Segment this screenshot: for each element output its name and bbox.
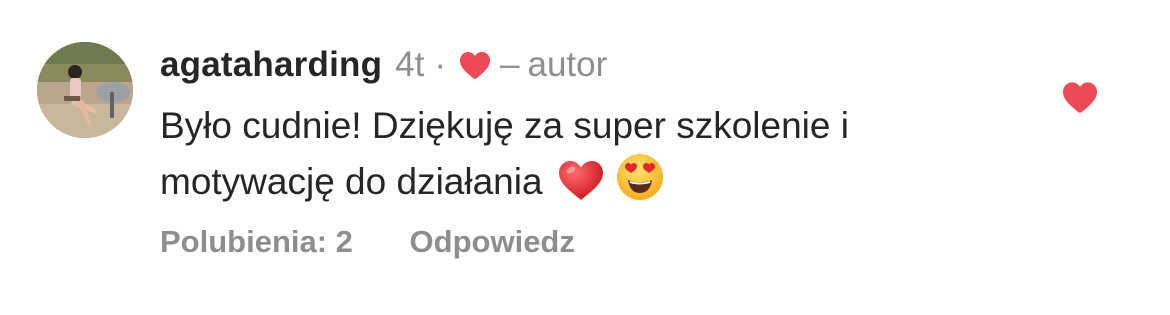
separator-dash: – (500, 45, 520, 84)
avatar[interactable] (37, 42, 133, 138)
avatar-photo (37, 42, 133, 138)
like-button[interactable] (1061, 80, 1099, 114)
red-heart-emoji-icon (557, 158, 605, 216)
heart-icon (1063, 82, 1097, 113)
comment-header: agataharding 4t · – autor (160, 44, 607, 86)
author-label: autor (527, 45, 608, 84)
comment-text-line: Było cudnie! Dziękuję za super szkolenie… (160, 105, 849, 146)
timestamp: 4t (395, 45, 425, 84)
username[interactable]: agataharding (160, 44, 382, 86)
comment-text: Było cudnie! Dziękuję za super szkolenie… (160, 100, 1020, 216)
separator-dot: · (434, 45, 447, 84)
heart-eyes-emoji-icon (615, 152, 665, 216)
comment-text-line: motywację do działania (160, 152, 1020, 216)
likes-count-button[interactable]: Polubienia: 2 (160, 222, 353, 262)
reply-button[interactable]: Odpowiedz (410, 222, 575, 262)
heart-icon (458, 50, 492, 80)
comment-actions: Polubienia: 2 Odpowiedz (160, 222, 575, 262)
comment-text-line-content: motywację do działania (160, 161, 543, 202)
comment: agataharding 4t · – autor Było cudnie! D… (0, 0, 1170, 315)
